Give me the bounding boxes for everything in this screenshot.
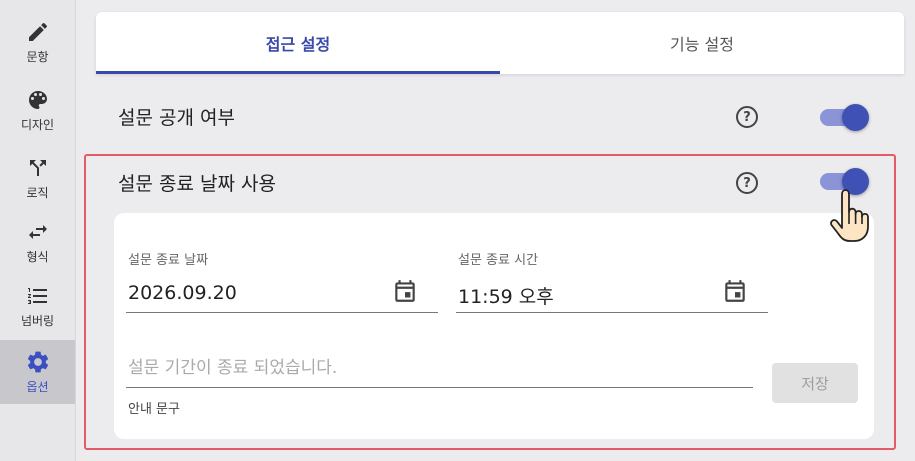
sidebar-item-label: 넘버링 [20,314,55,328]
sidebar-item-label: 문항 [26,50,49,64]
hand-cursor-icon [828,188,872,244]
tab-access-settings[interactable]: 접근 설정 [96,12,500,74]
swap-arrows-icon [25,219,51,245]
end-date-card [114,213,874,439]
date-underline [126,312,438,313]
tab-feature-settings[interactable]: 기능 설정 [500,12,904,74]
fork-arrows-icon [25,155,51,181]
sidebar-item-numbering[interactable]: 넘버링 [0,274,75,338]
sidebar-item-options[interactable]: 옵션 [0,340,75,404]
sidebar-item-design[interactable]: 디자인 [0,78,75,142]
sidebar-item-label: 형식 [26,250,49,264]
help-icon[interactable]: ? [736,106,758,128]
public-toggle[interactable] [818,102,870,132]
save-button[interactable]: 저장 [772,363,858,403]
sidebar-item-label: 옵션 [26,380,49,394]
calendar-icon[interactable] [392,278,418,304]
help-icon[interactable]: ? [736,172,758,194]
active-tab-indicator [96,71,500,74]
end-date-label: 설문 종료 날짜 [128,253,209,268]
end-date-field[interactable]: 2026.09.20 [128,282,237,304]
sidebar-item-label: 디자인 [20,118,55,132]
tab-bar: 접근 설정 기능 설정 [96,12,904,74]
palette-icon [25,87,51,113]
main-panel: 접근 설정 기능 설정 설문 공개 여부 ? 설문 종료 날짜 사용 ? 설문 … [76,0,915,461]
message-helper-text: 안내 문구 [128,402,180,417]
public-setting-label: 설문 공개 여부 [118,107,235,129]
gear-icon [25,349,51,375]
calendar-icon[interactable] [722,278,748,304]
pencil-icon [25,19,51,45]
end-time-field[interactable]: 11:59 오후 [458,282,554,309]
sidebar-item-questions[interactable]: 문항 [0,10,75,74]
sidebar-item-label: 로직 [26,186,49,200]
toggle-thumb [842,104,869,131]
end-time-label: 설문 종료 시간 [458,253,539,268]
numbered-list-icon [25,283,51,309]
message-underline [126,387,753,388]
end-message-input[interactable]: 설문 기간이 종료 되었습니다. [128,353,337,378]
end-date-setting-label: 설문 종료 날짜 사용 [118,173,276,195]
sidebar: 문항 디자인 로직 형식 넘버링 옵션 [0,0,76,461]
sidebar-item-logic[interactable]: 로직 [0,146,75,210]
sidebar-item-format[interactable]: 형식 [0,210,75,274]
time-underline [456,312,768,313]
